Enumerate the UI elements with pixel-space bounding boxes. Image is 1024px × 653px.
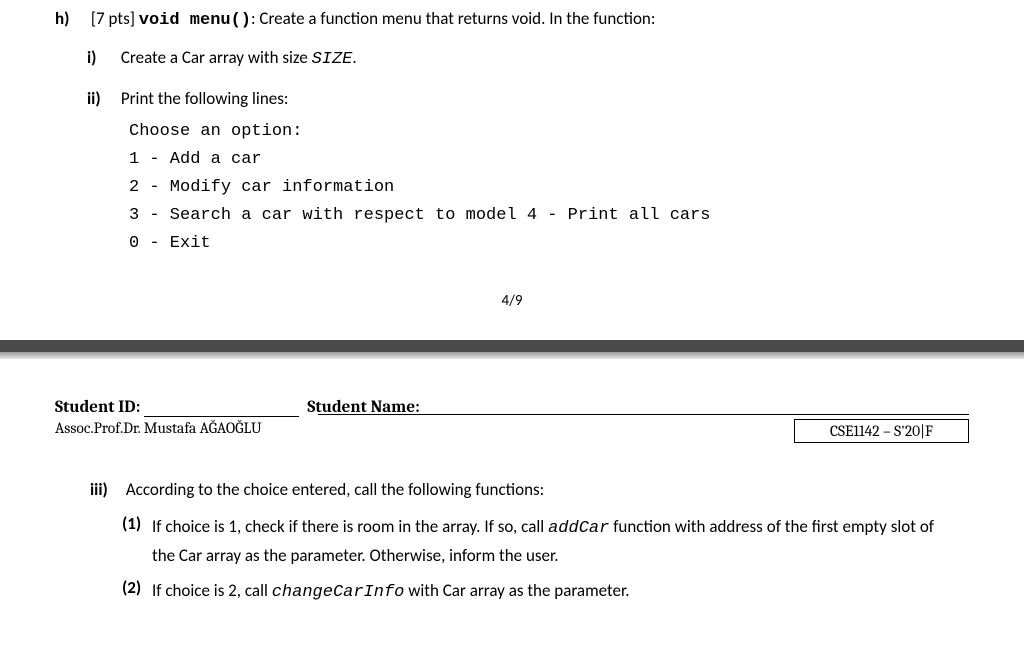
divider-shade <box>0 352 1024 359</box>
subitem-i: i) Create a Car array with size SIZE. <box>87 44 969 75</box>
n2-text-a: If choice is 2, call <box>152 580 272 601</box>
code-line-2: 1 - Add a car <box>129 146 969 174</box>
code-line-4: 3 - Search a car with respect to model 4… <box>129 202 969 230</box>
n1-text-a: If choice is 1, check if there is room i… <box>152 516 548 537</box>
i-size: SIZE <box>312 50 353 69</box>
header-row-2: Assoc.Prof.Dr. Mustafa AĞAOĞLU CSE1142 –… <box>55 419 969 443</box>
num-body-1: If choice is 1, check if there is room i… <box>152 513 934 569</box>
i-text-b: . <box>352 47 356 68</box>
content-top: h) [7 pts] void menu(): Create a functio… <box>0 0 1024 310</box>
n2-fn: changeCarInfo <box>272 583 405 602</box>
num-item-2: (2) If choice is 2, call changeCarInfo w… <box>122 577 934 606</box>
code-line-3: 2 - Modify car information <box>129 174 969 202</box>
marker-i: i) <box>87 44 117 73</box>
num-body-2: If choice is 2, call changeCarInfo with … <box>152 577 934 606</box>
h-pts: [7 pts] <box>91 8 135 29</box>
code-line-5: 0 - Exit <box>129 230 969 258</box>
item-h: h) [7 pts] void menu(): Create a functio… <box>55 8 969 30</box>
num-marker-2: (2) <box>122 577 152 606</box>
h-text: : Create a function menu that returns vo… <box>251 8 655 29</box>
marker-iii: iii) <box>90 475 122 505</box>
i-text-a: Create a Car array with size <box>121 47 312 68</box>
student-id-label: Student ID: <box>55 398 140 417</box>
content-bottom: iii) According to the choice entered, ca… <box>0 475 1024 606</box>
ii-text: Print the following lines: <box>121 88 289 109</box>
n2-text-b: with Car array as the parameter. <box>404 580 629 601</box>
page-divider <box>0 340 1024 358</box>
num-item-1: (1) If choice is 1, check if there is ro… <box>122 513 934 569</box>
course-box: CSE1142 – S'20|F <box>794 419 969 443</box>
marker-ii: ii) <box>87 85 117 114</box>
code-block: Choose an option: 1 - Add a car 2 - Modi… <box>129 118 969 258</box>
h-code: void menu() <box>139 11 251 30</box>
divider-dark <box>0 340 1024 352</box>
student-id-field[interactable] <box>144 399 299 417</box>
professor-name: Assoc.Prof.Dr. Mustafa AĞAOĞLU <box>55 419 262 437</box>
marker-h: h) <box>55 8 87 29</box>
page-number: 4/9 <box>55 292 969 310</box>
iii-text: According to the choice entered, call th… <box>126 479 544 500</box>
student-name-underline <box>318 414 969 415</box>
num-marker-1: (1) <box>122 513 152 569</box>
code-line-1: Choose an option: <box>129 118 969 146</box>
subitem-ii: ii) Print the following lines: <box>87 85 969 114</box>
n1-fn: addCar <box>548 519 609 538</box>
subitem-iii: iii) According to the choice entered, ca… <box>90 475 934 505</box>
page-header-block: Student ID: Student Name: Assoc.Prof.Dr.… <box>0 398 1024 443</box>
document-page: h) [7 pts] void menu(): Create a functio… <box>0 0 1024 653</box>
